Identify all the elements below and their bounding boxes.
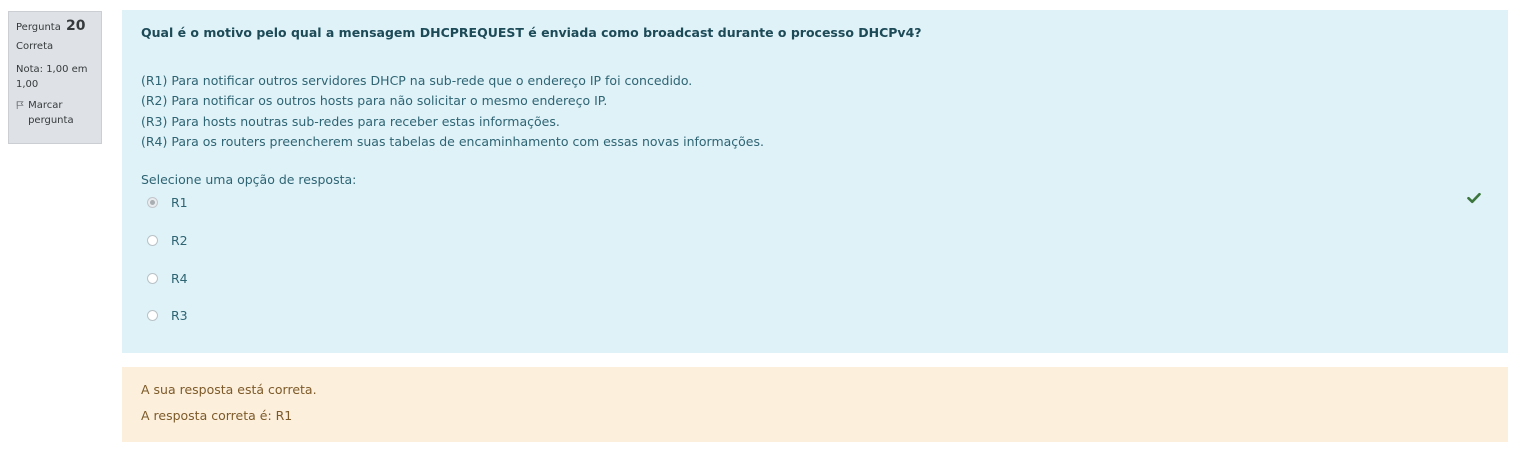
question-formulation: Qual é o motivo pelo qual a mensagem DHC… [122,10,1508,353]
question-grade: Nota: 1,00 em 1,00 [16,64,88,90]
answer-label-4[interactable]: R3 [171,308,188,323]
question-text: Qual é o motivo pelo qual a mensagem DHC… [141,25,922,40]
question-number: 20 [66,18,86,34]
feedback-result: A sua resposta está correta. [141,382,317,397]
answer-radio-2[interactable] [147,235,158,246]
reason-r3: (R3) Para hosts noutras sub-redes para r… [141,113,560,129]
question-state: Correta [16,41,54,52]
check-icon [1467,192,1481,204]
reason-r1: (R1) Para notificar outros servidores DH… [141,73,693,88]
answer-option-4[interactable]: R3 [147,308,188,323]
answer-radio-3[interactable] [147,273,158,284]
reason-r2: (R2) Para notificar os outros hosts para… [141,93,608,109]
feedback-panel: A sua resposta está correta. A resposta … [122,367,1508,442]
reasons-list: (R1) Para notificar outros servidores DH… [141,71,764,152]
flag-icon [16,101,24,110]
answer-option-3[interactable]: R4 [147,271,188,286]
answer-radio-1[interactable] [147,197,158,208]
answer-option-2[interactable]: R2 [147,233,188,248]
question-label: Pergunta [16,22,61,33]
answer-prompt: Selecione uma opção de resposta: [141,172,357,187]
flag-question-link[interactable]: Marcar pergunta [16,98,95,128]
reason-r4: (R4) Para os routers preencherem suas ta… [141,133,764,149]
question-info-panel: Pergunta 20 Correta Nota: 1,00 em 1,00 M… [8,11,102,144]
answer-label-1[interactable]: R1 [171,195,188,210]
answer-radio-4[interactable] [147,310,158,321]
answer-label-3[interactable]: R4 [171,271,188,286]
question-number-line: Pergunta 20 [16,19,95,35]
flag-label[interactable]: Marcar pergunta [28,98,95,128]
answer-option-1[interactable]: R1 [147,195,188,210]
answer-label-2[interactable]: R2 [171,233,188,248]
feedback-correct-answer: A resposta correta é: R1 [141,408,293,423]
